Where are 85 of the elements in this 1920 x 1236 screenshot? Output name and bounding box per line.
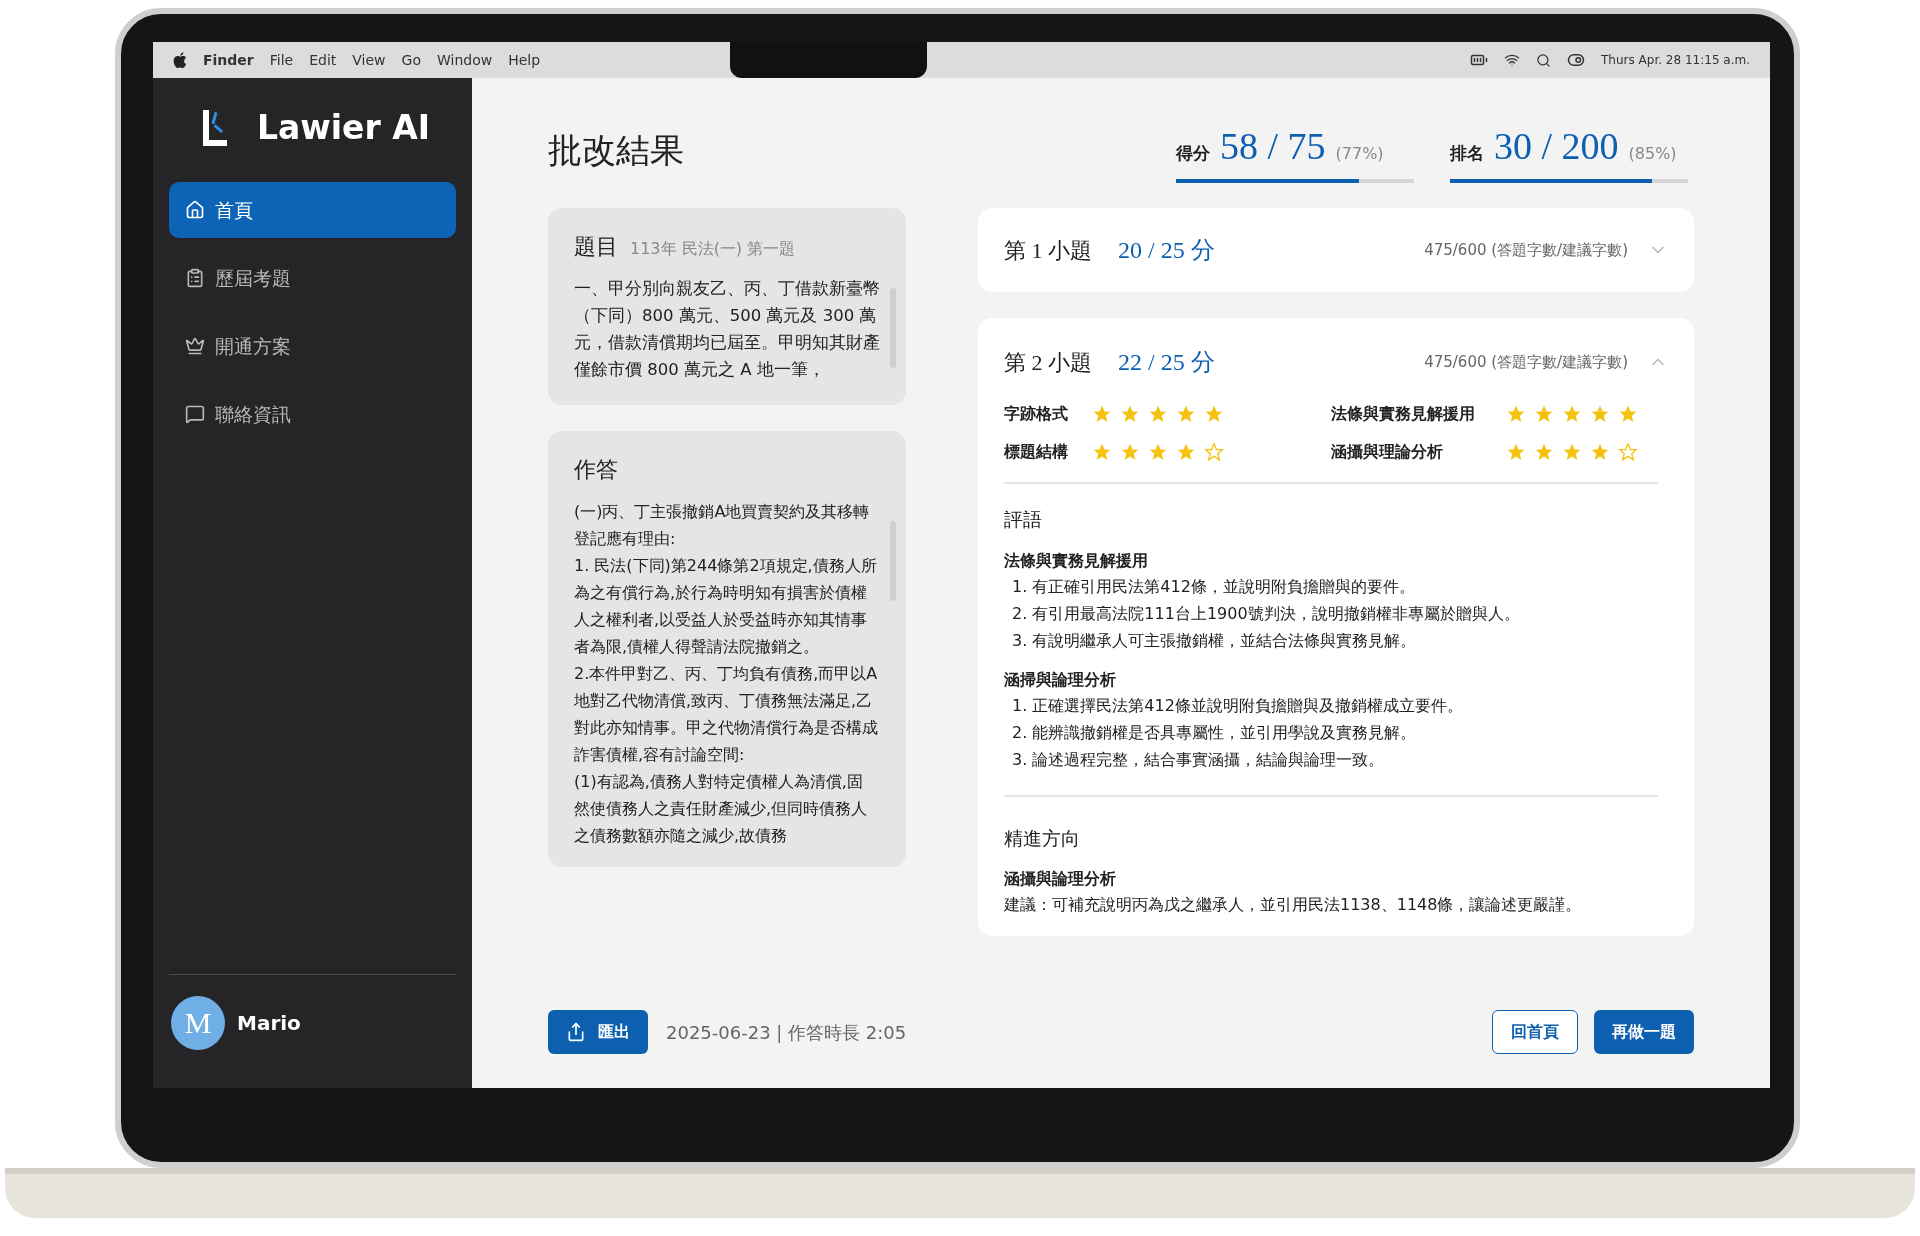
star-icon (1120, 404, 1140, 424)
apple-icon (173, 52, 187, 68)
comment-title: 涵掃與論理分析 (1004, 668, 1117, 691)
brand-name: Lawier AI (257, 107, 431, 150)
star-icon (1204, 404, 1224, 424)
metric-label: 排名 (1450, 141, 1484, 165)
star-icon (1562, 404, 1582, 424)
comment-item: 3. 論述過程完整，結合事實涵攝，結論與論理一致。 (1011, 748, 1386, 771)
nav-icon (185, 200, 205, 220)
star-icon (1590, 404, 1610, 424)
action-button[interactable]: 再做一題 (1594, 1010, 1694, 1054)
star-icon (1534, 404, 1554, 424)
star-icon (1506, 442, 1526, 462)
menu-item[interactable]: Go (401, 49, 421, 71)
card-heading: 作答 (574, 456, 619, 484)
menu-item[interactable]: Finder (203, 49, 254, 71)
menu-clock: Thurs Apr. 28 11:15 a.m. (1601, 52, 1750, 69)
comment-item: 1. 正確選擇民法第412條並說明附負擔贈與及撤銷權成立要件。 (1011, 694, 1464, 717)
subquestion-score: 20 / 25 分 (1118, 236, 1215, 265)
search-icon[interactable] (1536, 52, 1551, 68)
comment-item: 3. 有說明繼承人可主張撤銷權，並結合法條與實務見解。 (1011, 629, 1418, 652)
star-icon (1506, 404, 1526, 424)
nav-icon (185, 404, 205, 424)
nav-icon (185, 268, 205, 288)
metric-label: 得分 (1176, 141, 1210, 165)
page-title: 批改結果 (548, 130, 684, 171)
metric-value: 58 / 75 (1220, 123, 1326, 169)
subquestion-title: 第 1 小題 (1004, 236, 1092, 265)
menu-item[interactable]: File (269, 49, 294, 71)
user-name: Mario (237, 1009, 301, 1037)
answer-paragraph: 2.本件甲對乙、丙、丁均負有債務,而甲以A地對乙代物清償,致丙、丁債務無法滿足,乙對此亦知情事。甲之代物清償行為是否構成詐害債權,容有討論空間: (574, 663, 878, 766)
comment-title: 法條與實務見解援用 (1004, 549, 1149, 572)
star-icon (1176, 442, 1196, 462)
section-heading: 精進方向 (1004, 826, 1081, 851)
star-icon (1562, 442, 1582, 462)
control-center-icon[interactable] (1567, 51, 1585, 69)
metric-percent: (77%) (1335, 142, 1384, 165)
comment-item: 1. 有正確引用民法第412條，並說明附負擔贈與的要件。 (1011, 575, 1416, 598)
question-text: 一、甲分別向親友乙、丙、丁借款新臺幣（下同）800 萬元、500 萬元及 300 萬元，借款清償期均已屆至。甲明知其財產僅餘市價 800 萬元之 A 地一筆， (574, 278, 880, 381)
share-icon (566, 1022, 586, 1042)
answer-paragraph: (1)有認為,債務人對特定債權人為清償,固然使債務人之責任財產減少,但同時債務人之債務數額亦隨之減少,故債務 (574, 771, 869, 847)
nav-item[interactable]: 歷屆考題 (169, 250, 456, 306)
answer-paragraph: 1. 民法(下同)第244條第2項規定,債務人所為之有償行為,於行為時明知有損害於債權人之權利者,以受益人於受益時亦知其情事者為限,債權人得聲請法院撤銷之。 (574, 555, 878, 658)
star-icon (1204, 442, 1224, 462)
comment-item: 2. 有引用最高法院111台上1900號判決，說明撤銷權非專屬於贈與人。 (1011, 602, 1521, 625)
word-count: 475/600 (答題字數/建議字數) (1424, 351, 1628, 373)
rating-label: 字跡格式 (1004, 403, 1069, 425)
question-meta: 113年 民法(一) 第一題 (630, 238, 796, 260)
metric-percent: (85%) (1628, 142, 1677, 165)
answer-paragraph: (一)丙、丁主張撤銷A地買賣契約及其移轉登記應有理由: (574, 501, 871, 550)
star-icon (1590, 442, 1610, 462)
nav-item[interactable]: 首頁 (169, 182, 456, 238)
nav-icon (185, 336, 205, 356)
star-icon (1148, 404, 1168, 424)
subquestion-title: 第 2 小題 (1004, 348, 1092, 377)
rating-label: 涵攝與理論分析 (1331, 441, 1444, 463)
metric-value: 30 / 200 (1494, 123, 1619, 169)
star-icon (1148, 442, 1168, 462)
section-heading: 評語 (1004, 508, 1043, 532)
wifi-icon (1504, 52, 1520, 68)
menu-item[interactable]: Edit (309, 49, 337, 71)
rating-label: 法條與實務見解援用 (1331, 403, 1476, 425)
comment-item: 2. 能辨識撤銷權是否具專屬性，並引用學說及實務見解。 (1011, 721, 1418, 744)
answer-meta: 2025-06-23 | 作答時長 2:05 (666, 1020, 907, 1045)
card-heading: 題目 (574, 233, 618, 261)
star-icon (1092, 404, 1112, 424)
menu-item[interactable]: Help (508, 49, 541, 71)
star-icon (1120, 442, 1140, 462)
rating-label: 標題結構 (1004, 441, 1069, 463)
star-icon (1618, 404, 1638, 424)
suggestion-text: 建議：可補充說明丙為戊之繼承人，並引用民法1138、1148條，讓論述更嚴謹。 (1004, 894, 1583, 916)
menu-item[interactable]: View (352, 49, 386, 71)
star-icon (1092, 442, 1112, 462)
avatar: M (171, 995, 225, 1050)
menu-item[interactable]: Window (436, 49, 493, 71)
star-icon (1534, 442, 1554, 462)
export-button[interactable]: 匯出 (548, 1010, 648, 1054)
subquestion-score: 22 / 25 分 (1118, 348, 1215, 377)
nav-item[interactable]: 聯絡資訊 (169, 386, 456, 442)
comment-title: 涵攝與論理分析 (1004, 868, 1117, 890)
word-count: 475/600 (答題字數/建議字數) (1424, 239, 1628, 261)
nav-item[interactable]: 開通方案 (169, 318, 456, 374)
action-button[interactable]: 回首頁 (1492, 1010, 1578, 1054)
star-icon (1618, 442, 1638, 462)
star-icon (1176, 404, 1196, 424)
